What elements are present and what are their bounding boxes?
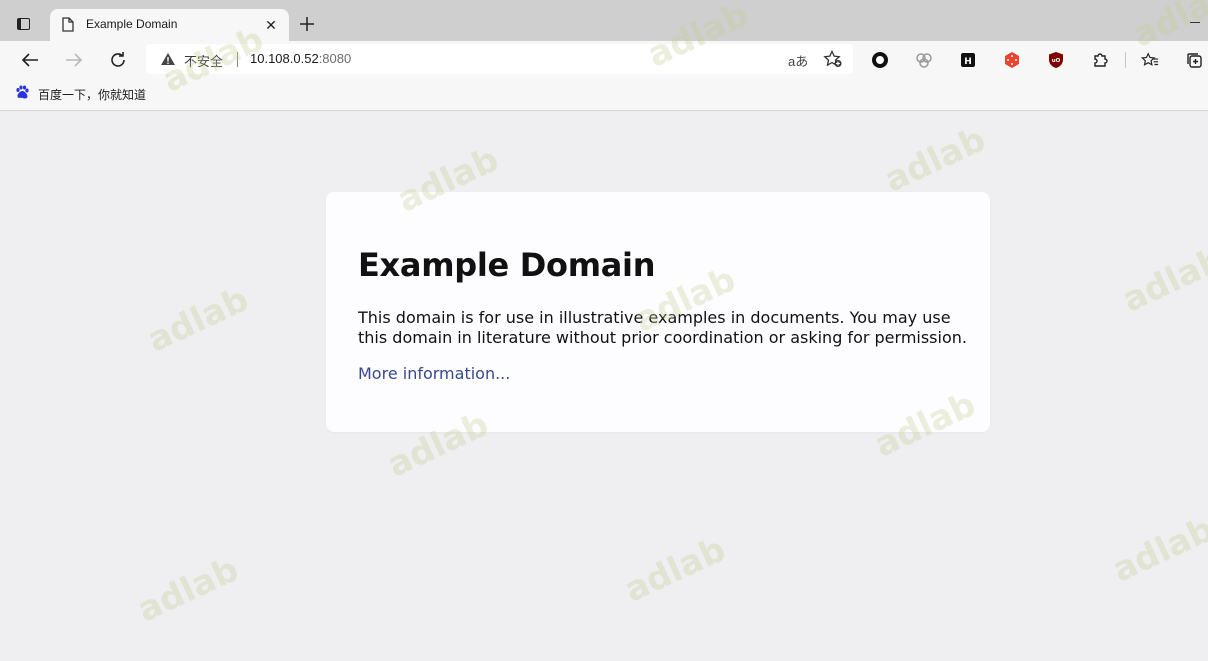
- forward-button[interactable]: [60, 46, 88, 74]
- collections-icon[interactable]: [1185, 51, 1203, 69]
- add-favorite-icon[interactable]: [823, 49, 843, 73]
- url-text[interactable]: 10.108.0.52:8080: [250, 51, 351, 66]
- tab-actions-button[interactable]: [8, 10, 38, 38]
- address-bar[interactable]: 不安全 10.108.0.52:8080 aあ: [146, 44, 853, 74]
- ublock-icon[interactable]: uO: [1047, 51, 1065, 69]
- dice-icon[interactable]: [1003, 51, 1021, 69]
- copilot-icon[interactable]: [915, 51, 933, 69]
- close-tab-icon[interactable]: ✕: [261, 15, 281, 35]
- back-button[interactable]: [16, 46, 44, 74]
- page-heading: Example Domain: [358, 246, 656, 284]
- reload-button[interactable]: [104, 46, 132, 74]
- bookmark-baidu[interactable]: 百度一下，你就知道: [14, 84, 146, 104]
- security-status-label[interactable]: 不安全: [184, 51, 223, 70]
- hackernews-icon[interactable]: H: [959, 51, 977, 69]
- extensions-icon[interactable]: [1091, 51, 1109, 69]
- minimize-button[interactable]: [1188, 10, 1202, 24]
- record-icon[interactable]: [871, 51, 889, 69]
- new-tab-button[interactable]: [296, 13, 318, 35]
- address-separator: [237, 52, 238, 67]
- document-icon: [62, 17, 74, 37]
- url-port: :8080: [318, 51, 352, 66]
- bookmarks-bar: 百度一下，你就知道: [0, 79, 1208, 111]
- tab-title: Example Domain: [86, 17, 178, 31]
- page-paragraph: This domain is for use in illustrative e…: [358, 308, 967, 347]
- plus-icon: [300, 17, 314, 31]
- page-viewport: Example Domain This domain is for use in…: [0, 111, 1208, 661]
- reload-icon: [111, 52, 125, 67]
- favorites-icon[interactable]: [1141, 51, 1159, 69]
- tab-strip: Example Domain ✕: [0, 0, 1208, 41]
- content-card: Example Domain This domain is for use in…: [326, 192, 990, 432]
- more-information-link[interactable]: More information...: [358, 364, 510, 383]
- navigation-toolbar: 不安全 10.108.0.52:8080 aあ H uO: [0, 41, 1208, 79]
- toolbar-divider: [1125, 52, 1126, 68]
- warning-icon[interactable]: [160, 52, 176, 71]
- back-arrow-icon: [21, 53, 38, 67]
- tab-actions-icon: [16, 18, 30, 30]
- baidu-paw-icon: [14, 84, 30, 105]
- svg-text:H: H: [964, 57, 972, 67]
- url-host: 10.108.0.52: [250, 51, 319, 66]
- read-aloud-icon[interactable]: aあ: [788, 51, 808, 70]
- tab-example-domain[interactable]: Example Domain ✕: [50, 9, 289, 41]
- forward-arrow-icon: [66, 53, 83, 67]
- bookmark-label: 百度一下，你就知道: [38, 87, 147, 102]
- svg-text:uO: uO: [1052, 58, 1061, 64]
